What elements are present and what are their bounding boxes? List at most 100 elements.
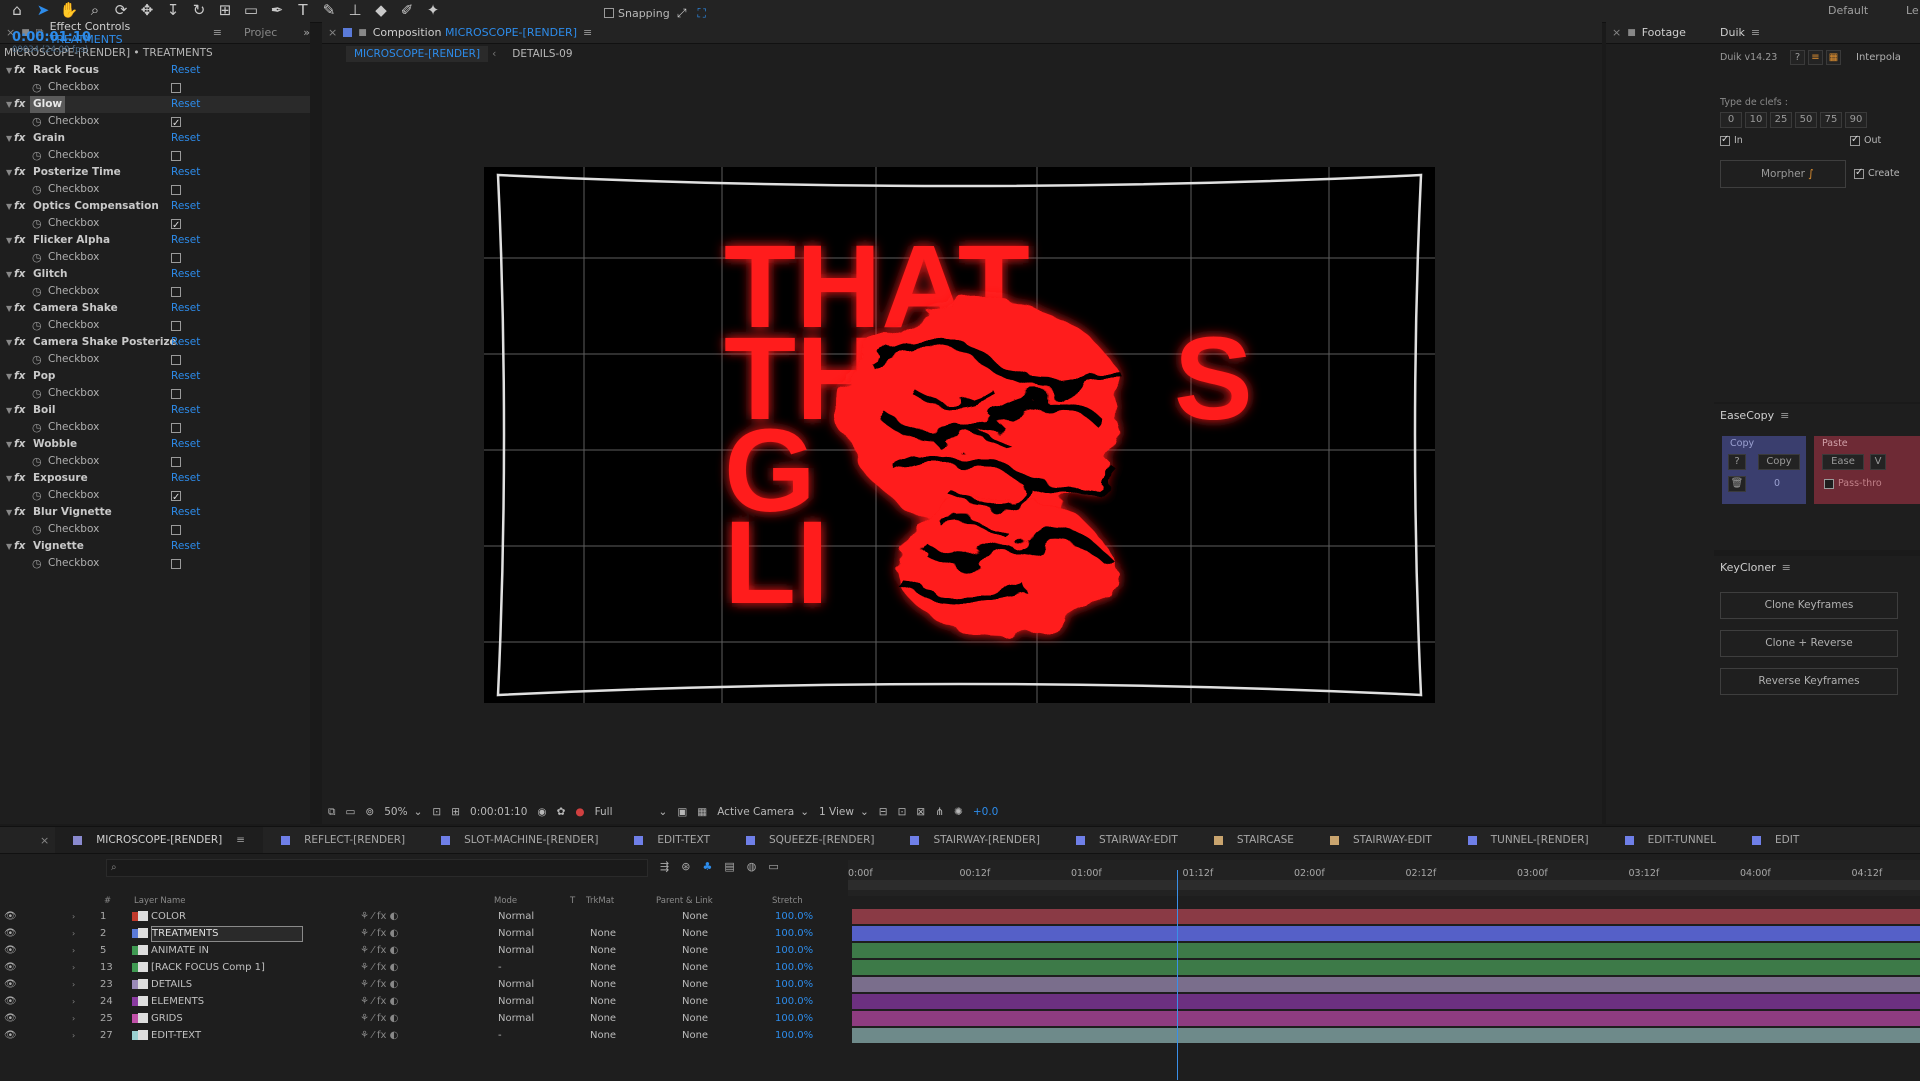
duik-help-button[interactable]: ? [1790,50,1805,65]
region-of-interest-icon[interactable]: ▣ [677,806,687,818]
layer-parent-dropdown[interactable]: None [682,993,708,1010]
effect-reset-link[interactable]: Reset [171,266,200,283]
snapping-toggle[interactable]: Snapping ⤢ ⛶ [604,3,710,23]
timeline-tab[interactable]: STAIRCASE [1196,827,1312,853]
layer-search-input[interactable]: ⌕ [106,859,648,877]
layer-switches[interactable]: ⚘ ⁄ fx ◐ [360,1027,398,1044]
layer-mode-dropdown[interactable]: Normal [498,925,534,942]
layer-trkmat-dropdown[interactable]: None [590,959,616,976]
fx-icon[interactable]: fx [14,198,25,215]
stopwatch-icon[interactable]: ◷ [32,385,42,402]
orbit-tool-icon[interactable]: ⟳ [110,0,132,20]
stopwatch-icon[interactable]: ◷ [32,419,42,436]
effect-reset-link[interactable]: Reset [171,334,200,351]
easecopy-ease-button[interactable]: Ease [1822,454,1864,470]
playhead[interactable] [1177,870,1179,1080]
layer-stretch-value[interactable]: 100.0% [775,993,813,1010]
effect-name[interactable]: Blur Vignette [33,504,112,521]
effect-name[interactable]: Camera Shake [33,300,118,317]
panel-menu-icon[interactable]: ≡ [583,26,592,39]
eye-icon[interactable]: 👁 [4,976,17,993]
effect-name[interactable]: Flicker Alpha [33,232,110,249]
duik-out-checkbox[interactable] [1850,134,1860,146]
subtab-details[interactable]: DETAILS-09 [512,48,572,60]
layer-parent-dropdown[interactable]: None [682,908,708,925]
puppet-tool-icon[interactable]: ✦ [422,0,444,20]
rotation-tool-icon[interactable]: ↻ [188,0,210,20]
timeline-tab[interactable]: EDIT-TEXT [616,827,728,853]
layer-mode-dropdown[interactable]: Normal [498,942,534,959]
effect-name[interactable]: Optics Compensation [33,198,159,215]
panel-menu-icon[interactable]: ≡ [1782,561,1791,574]
effect-row-optics-compensation[interactable]: ▼ fx Optics Compensation Reset [0,198,310,215]
graph-editor-icon[interactable]: ▭ [768,860,778,873]
duik-key-value-button[interactable]: 75 [1820,112,1842,128]
effect-row-blur-vignette[interactable]: ▼ fx Blur Vignette Reset [0,504,310,521]
layer-switches[interactable]: ⚘ ⁄ fx ◐ [360,976,398,993]
effect-reset-link[interactable]: Reset [171,62,200,79]
effect-name[interactable]: Camera Shake Posterize [33,334,177,351]
layer-trkmat-dropdown[interactable]: None [590,925,616,942]
pan-behind-tool-icon[interactable]: ⊞ [214,0,236,20]
stopwatch-icon[interactable]: ◷ [32,249,42,266]
effect-checkbox[interactable] [171,253,181,263]
layer-parent-dropdown[interactable]: None [682,1010,708,1027]
effect-row-pop[interactable]: ▼ fx Pop Reset [0,368,310,385]
layer-stretch-value[interactable]: 100.0% [775,1010,813,1027]
rectangle-tool-icon[interactable]: ▭ [240,0,262,20]
eraser-tool-icon[interactable]: ◆ [370,0,392,20]
effect-row-exposure[interactable]: ▼ fx Exposure Reset [0,470,310,487]
show-snapshot-icon[interactable]: ✿ [557,806,566,818]
draft-3d-icon[interactable]: ⊛ [681,860,690,873]
eye-icon[interactable]: 👁 [4,1010,17,1027]
layer-stretch-value[interactable]: 100.0% [775,959,813,976]
reverse-keyframes-button[interactable]: Reverse Keyframes [1720,668,1898,695]
effect-checkbox[interactable] [171,83,181,93]
effect-name[interactable]: Pop [33,368,55,385]
reset-exposure-icon[interactable]: ✺ [954,806,963,818]
effect-row-grain[interactable]: ▼ fx Grain Reset [0,130,310,147]
snapping-checkbox[interactable] [604,8,614,18]
project-tab[interactable]: Projec [244,26,277,39]
effect-checkbox[interactable] [171,151,181,161]
clone-stamp-tool-icon[interactable]: ⊥ [344,0,366,20]
effect-reset-link[interactable]: Reset [171,368,200,385]
current-time-readout[interactable]: 0:00:01:10 [470,806,527,818]
eye-icon[interactable]: 👁 [4,942,17,959]
effect-row-camera-shake-posterize[interactable]: ▼ fx Camera Shake Posterize Reset [0,334,310,351]
stopwatch-icon[interactable]: ◷ [32,521,42,538]
layer-trkmat-dropdown[interactable]: None [590,1027,616,1044]
layer-parent-dropdown[interactable]: None [682,942,708,959]
chevron-down-icon[interactable]: ▼ [6,470,12,487]
effect-name[interactable]: Glow [30,96,66,113]
layer-row[interactable]: 👁 › 24 ELEMENTS ⚘ ⁄ fx ◐ Normal None None 100.0% [0,993,846,1010]
layer-parent-dropdown[interactable]: None [682,959,708,976]
subtab-microscope-render[interactable]: MICROSCOPE-[RENDER] [346,46,489,62]
effect-row-glitch[interactable]: ▼ fx Glitch Reset [0,266,310,283]
stopwatch-icon[interactable]: ◷ [32,453,42,470]
chevron-down-icon[interactable]: ▼ [6,368,12,385]
effect-checkbox[interactable] [171,389,181,399]
stopwatch-icon[interactable]: ◷ [32,555,42,572]
panel-overflow-icon[interactable]: » [303,26,310,39]
fx-icon[interactable]: fx [14,266,25,283]
close-icon[interactable]: × [0,834,55,847]
effect-checkbox[interactable] [171,355,181,365]
effect-checkbox[interactable] [171,115,181,132]
lock-icon[interactable]: ■ [1627,28,1636,38]
effect-checkbox[interactable] [171,559,181,569]
chevron-down-icon[interactable]: ▼ [6,300,12,317]
effect-checkbox[interactable] [171,185,181,195]
work-area-bar[interactable] [848,880,1920,890]
layer-duration-bar[interactable] [852,960,1920,975]
stopwatch-icon[interactable]: ◷ [32,487,42,504]
fx-icon[interactable]: fx [14,470,25,487]
flowchart-icon[interactable]: ⋔ [935,806,944,818]
layer-mode-dropdown[interactable]: Normal [498,1010,534,1027]
workspace-next[interactable]: Le [1906,4,1919,17]
duik-key-value-button[interactable]: 0 [1720,112,1742,128]
effect-reset-link[interactable]: Reset [171,130,200,147]
resolution-dropdown[interactable]: Full ⌄ [595,806,668,818]
chevron-right-icon[interactable]: › [72,993,75,1010]
fx-icon[interactable]: fx [14,300,25,317]
